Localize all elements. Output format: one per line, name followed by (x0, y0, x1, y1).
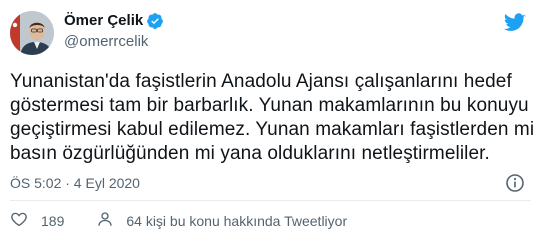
tweet-actions: 189 64 kişi bu konu hakkında Tweetliyor (10, 210, 347, 231)
tweet-body-line: göstermesi tam bir barbarlık. Yunan maka… (10, 95, 529, 116)
like-count: 189 (41, 212, 65, 229)
avatar[interactable] (10, 11, 54, 55)
tweet-body-line: basın özgürlüğünden mi yana olduklarını … (10, 143, 490, 164)
info-icon[interactable] (505, 173, 525, 193)
twitter-bird-icon[interactable] (503, 13, 526, 33)
tweet-timestamp[interactable]: ÖS 5:02 · 4 Eyl 2020 (10, 174, 140, 192)
divider (10, 200, 531, 201)
verified-badge-icon (146, 12, 164, 30)
tweet-body: Yunanistan'da faşistlerin Anadolu Ajansı… (10, 70, 535, 166)
heart-icon (10, 210, 28, 231)
tweet-body-line: Yunanistan'da faşistlerin Anadolu Ajansı… (10, 71, 512, 92)
author-display-name[interactable]: Ömer Çelik (64, 12, 143, 30)
people-talking-label: 64 kişi bu konu hakkında Tweetliyor (126, 212, 348, 229)
author-name-row[interactable]: Ömer Çelik (64, 12, 164, 30)
tweet-body-line: geçiştirmesi kabul edilemez. Yunan makam… (10, 119, 535, 140)
author-handle[interactable]: @omerrcelik (64, 33, 148, 51)
like-button[interactable]: 189 (10, 210, 64, 231)
people-talking-link[interactable]: 64 kişi bu konu hakkında Tweetliyor (96, 210, 347, 231)
person-icon (96, 210, 114, 231)
tweet-card: Ömer Çelik @omerrcelik Yunanistan'da faş… (0, 0, 541, 244)
avatar-image (10, 11, 54, 55)
